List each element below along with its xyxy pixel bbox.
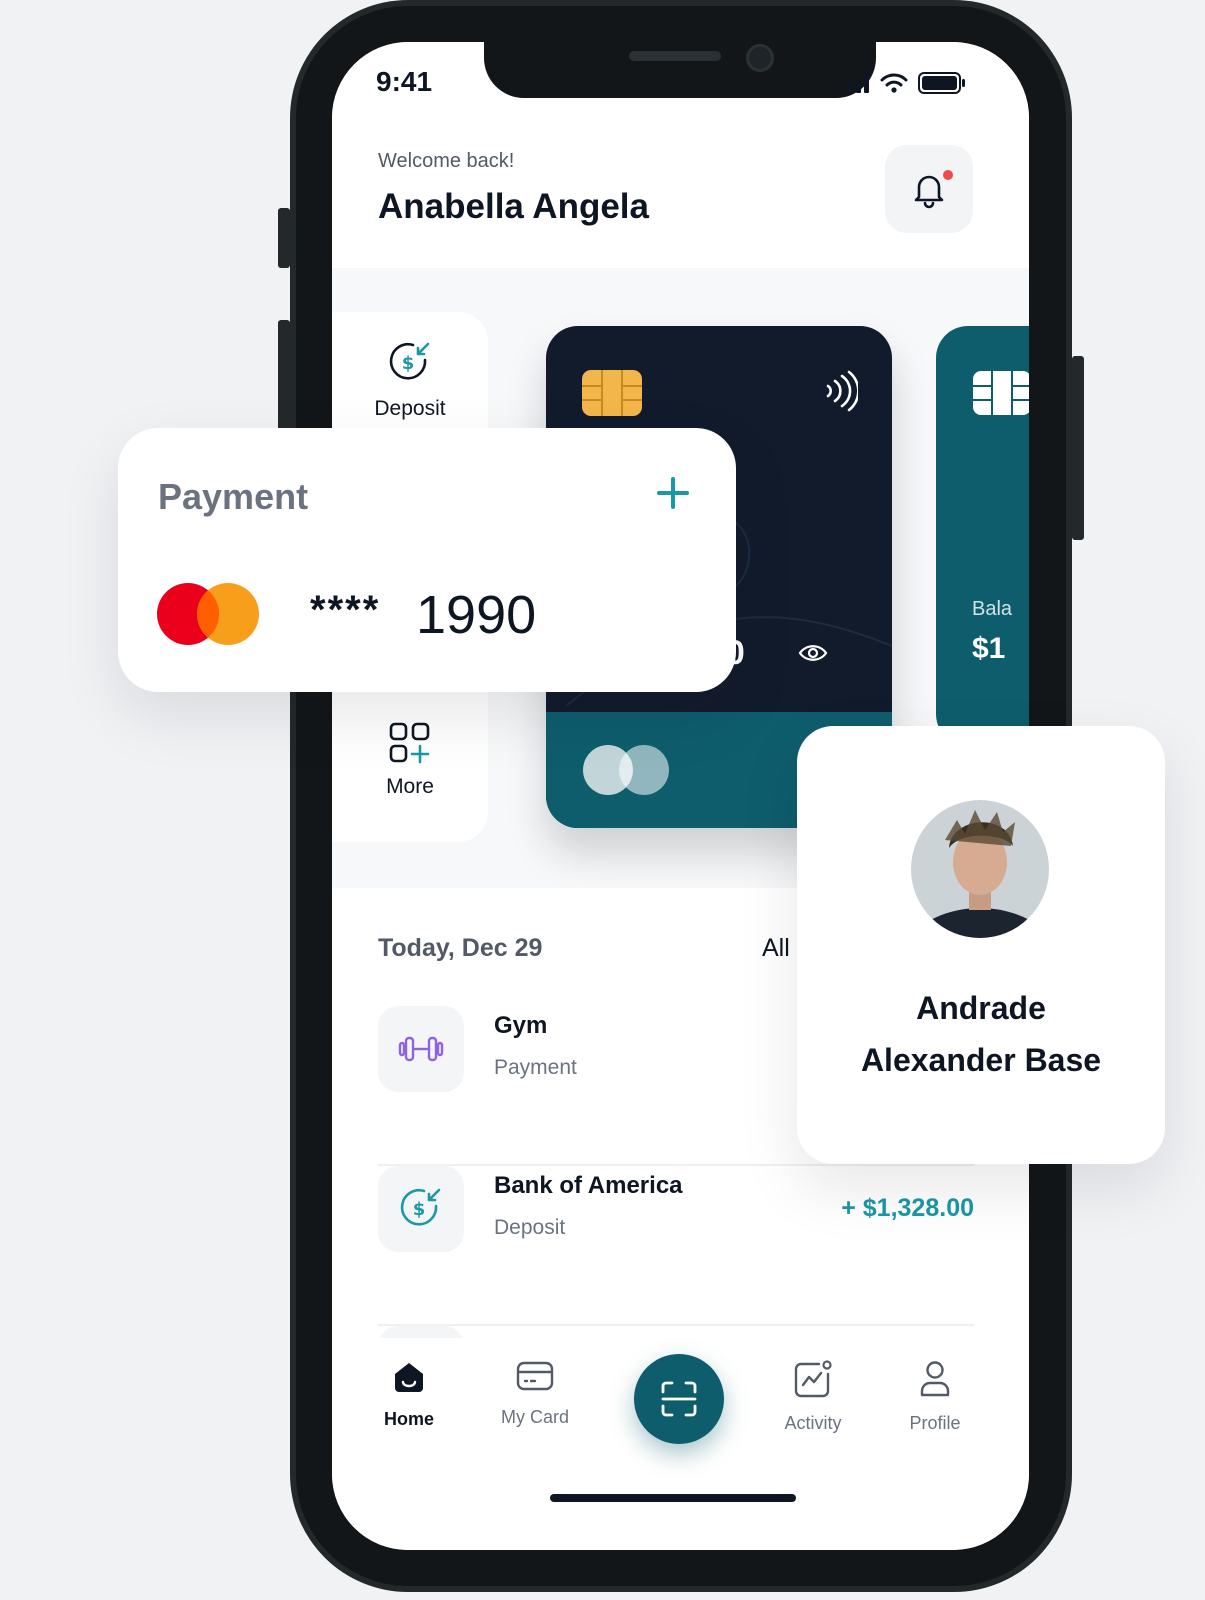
speaker [629, 51, 721, 61]
deposit-action[interactable]: $ Deposit [332, 340, 488, 421]
svg-text:$: $ [402, 353, 415, 374]
user-name: Anabella Angela [378, 187, 649, 226]
transaction-subtitle: Payment [494, 1056, 577, 1079]
card-icon [516, 1361, 554, 1391]
dumbbell-icon [398, 1036, 444, 1062]
tab-label: Home [383, 1409, 434, 1429]
avatar [911, 800, 1049, 938]
card-chip [582, 370, 642, 416]
front-camera [746, 44, 774, 72]
tab-my-card[interactable]: My Card [480, 1360, 590, 1428]
card-number-mask: **** [310, 588, 381, 632]
mastercard-icon [157, 583, 259, 645]
deposit-icon: $ [400, 1188, 441, 1226]
eye-icon[interactable] [798, 642, 828, 664]
teal-card-balance-value: $1 [972, 632, 1006, 665]
home-icon [395, 1363, 423, 1392]
tab-activity[interactable]: Activity [758, 1360, 868, 1434]
battery-icon [918, 72, 965, 94]
wifi-icon [880, 73, 908, 93]
contact-name-line1: Andrade [916, 990, 1046, 1026]
tab-label: Activity [784, 1413, 842, 1433]
mastercard-ghost-icon [583, 745, 669, 795]
teal-card-balance-label: Bala [972, 598, 1013, 620]
contactless-icon [826, 370, 858, 412]
avatar-portrait [911, 800, 1049, 938]
transaction-icon-box [378, 1006, 464, 1092]
more-grid-icon [389, 722, 430, 764]
silent-switch [278, 208, 290, 268]
notch [484, 42, 876, 98]
notifications-button[interactable] [885, 145, 973, 233]
status-time: 9:41 [376, 66, 433, 97]
signal-icon [840, 73, 869, 93]
contact-name-line2: Alexander Base [860, 1042, 1102, 1078]
volume-up-button [278, 320, 290, 440]
more-action[interactable]: More [332, 722, 488, 799]
transactions-date: Today, Dec 29 [378, 934, 543, 962]
payment-title: Payment [158, 476, 309, 517]
teal-bank-card[interactable]: Bala $1 [936, 326, 1029, 746]
welcome-text: Welcome back! [378, 150, 515, 172]
transaction-row[interactable]: $ Bank of America Deposit + $1,328.00 [378, 1166, 974, 1326]
profile-icon [920, 1361, 950, 1397]
transaction-title: Gym [494, 1012, 548, 1039]
status-icons [840, 72, 966, 94]
contact-name: Andrade Alexander Base [797, 982, 1165, 1086]
notification-dot [941, 168, 955, 182]
deposit-icon: $ [389, 342, 430, 380]
tab-label: Profile [909, 1413, 961, 1433]
scan-button[interactable] [634, 1354, 724, 1444]
card-chip-white [973, 371, 1029, 415]
bottom-tab-bar: Home My Card Activity Profile [332, 1338, 1029, 1550]
transactions-filter[interactable]: All [762, 934, 790, 963]
home-indicator [550, 1494, 796, 1502]
transaction-subtitle: Deposit [494, 1216, 566, 1239]
scan-icon [661, 1381, 697, 1417]
add-payment-icon[interactable] [656, 476, 690, 510]
more-label: More [386, 775, 434, 798]
card-last-four: 1990 [416, 585, 537, 645]
activity-icon [794, 1360, 832, 1398]
transaction-amount: + $1,328.00 [841, 1194, 974, 1222]
tab-profile[interactable]: Profile [880, 1360, 990, 1434]
svg-text:$: $ [413, 1199, 426, 1220]
tab-home[interactable]: Home [354, 1360, 464, 1430]
tab-label: My Card [500, 1407, 569, 1427]
transaction-title: Bank of America [494, 1172, 683, 1199]
transaction-icon-box: $ [378, 1166, 464, 1252]
power-button [1072, 356, 1084, 540]
deposit-label: Deposit [374, 397, 446, 420]
payment-card[interactable]: Payment **** 1990 [118, 428, 736, 692]
contact-card[interactable]: Andrade Alexander Base [797, 726, 1165, 1164]
